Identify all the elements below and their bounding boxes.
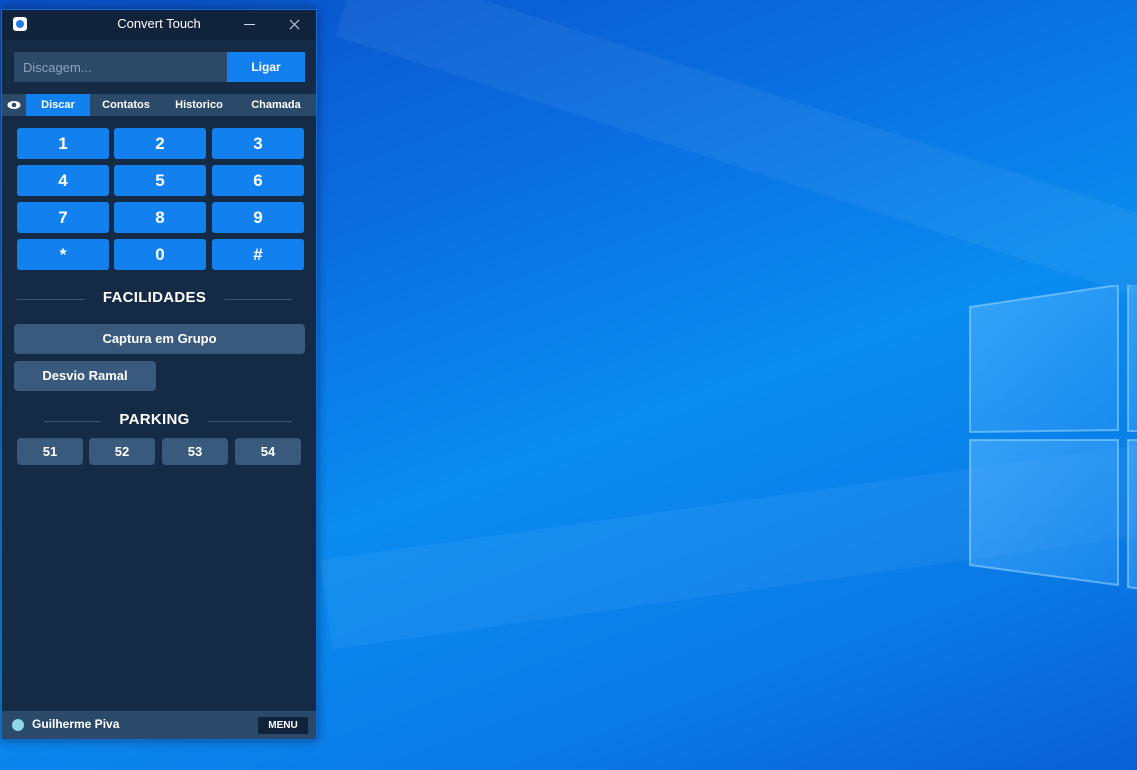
menu-button[interactable]: MENU bbox=[258, 717, 308, 734]
dial-row: Ligar bbox=[14, 52, 305, 82]
window-title: Convert Touch bbox=[117, 16, 201, 31]
parking-slot-54[interactable]: 54 bbox=[235, 438, 301, 465]
key-9[interactable]: 9 bbox=[212, 202, 304, 233]
dial-input[interactable] bbox=[14, 52, 227, 82]
windows-logo-icon bbox=[969, 285, 1137, 590]
tab-discar[interactable]: Discar bbox=[26, 94, 90, 116]
tab-bar: Discar Contatos Historico Chamada bbox=[2, 94, 316, 116]
convert-touch-window: Convert Touch Ligar Discar Contatos Hist… bbox=[1, 9, 317, 740]
key-6[interactable]: 6 bbox=[212, 165, 304, 196]
parking-label: PARKING bbox=[119, 411, 190, 428]
title-bar[interactable]: Convert Touch bbox=[2, 10, 316, 40]
divider-line bbox=[208, 421, 292, 422]
parking-heading: PARKING bbox=[17, 411, 292, 431]
tab-chamada[interactable]: Chamada bbox=[236, 94, 316, 116]
key-8[interactable]: 8 bbox=[114, 202, 206, 233]
parking-slot-53[interactable]: 53 bbox=[162, 438, 228, 465]
tab-contatos[interactable]: Contatos bbox=[90, 94, 162, 116]
user-name: Guilherme Piva bbox=[32, 717, 120, 731]
key-7[interactable]: 7 bbox=[17, 202, 109, 233]
key-3[interactable]: 3 bbox=[212, 128, 304, 159]
captura-em-grupo-button[interactable]: Captura em Grupo bbox=[14, 324, 305, 354]
minimize-button[interactable] bbox=[242, 16, 258, 34]
parking-slot-51[interactable]: 51 bbox=[17, 438, 83, 465]
key-0[interactable]: 0 bbox=[114, 239, 206, 270]
status-bar: Guilherme Piva MENU bbox=[2, 711, 316, 739]
facilidades-heading: FACILIDADES bbox=[17, 289, 292, 309]
presence-status-icon bbox=[12, 719, 24, 731]
key-2[interactable]: 2 bbox=[114, 128, 206, 159]
key-5[interactable]: 5 bbox=[114, 165, 206, 196]
desvio-ramal-button[interactable]: Desvio Ramal bbox=[14, 361, 156, 391]
key-star[interactable]: * bbox=[17, 239, 109, 270]
tab-historico[interactable]: Historico bbox=[162, 94, 236, 116]
facilidades-label: FACILIDADES bbox=[102, 289, 207, 306]
call-button[interactable]: Ligar bbox=[227, 52, 305, 82]
key-1[interactable]: 1 bbox=[17, 128, 109, 159]
close-button[interactable] bbox=[286, 16, 302, 34]
eye-icon[interactable] bbox=[2, 94, 26, 116]
divider-line bbox=[225, 299, 292, 300]
light-beam bbox=[335, 0, 1137, 315]
parking-slot-52[interactable]: 52 bbox=[89, 438, 155, 465]
key-hash[interactable]: # bbox=[212, 239, 304, 270]
key-4[interactable]: 4 bbox=[17, 165, 109, 196]
